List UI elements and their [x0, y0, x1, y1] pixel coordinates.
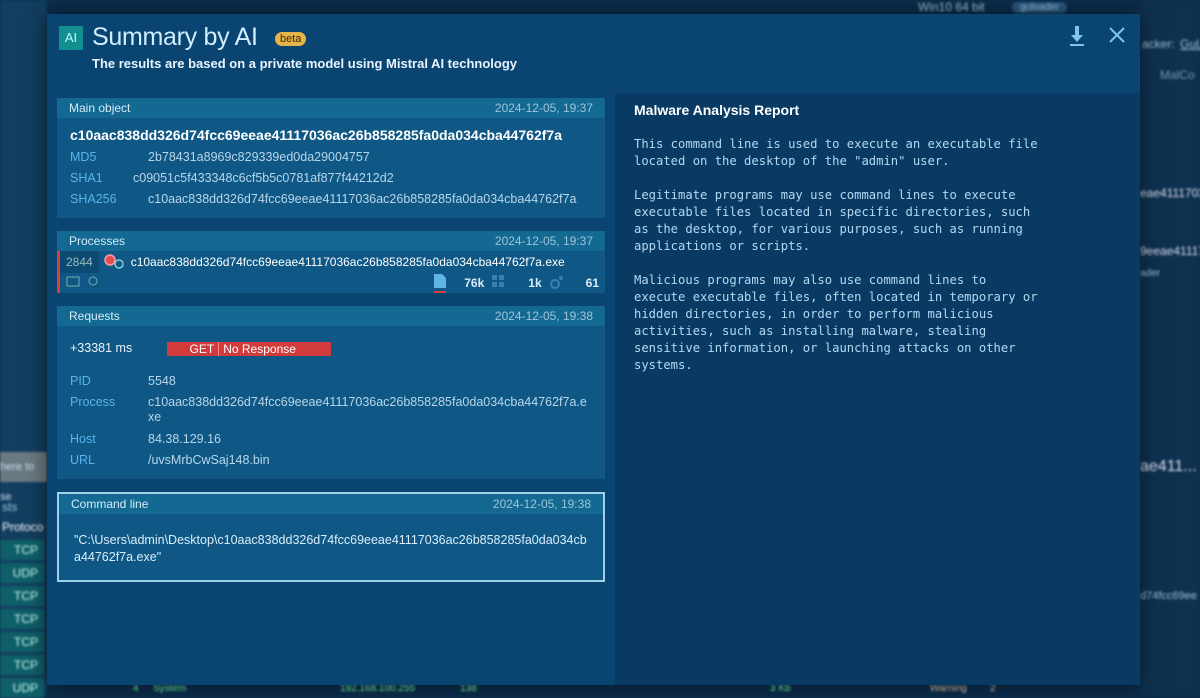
process-value: c10aac838dd326d74fcc69eeae41117036ac26b8…	[148, 395, 587, 424]
ai-summary-modal: AI Summary by AI beta The results are ba…	[47, 14, 1140, 685]
bg-tag: guloader	[1012, 2, 1067, 13]
process-pid: 2844	[60, 251, 99, 273]
host-label: Host	[70, 432, 96, 446]
timestamp: 2024-12-05, 19:38	[492, 497, 591, 511]
sha256-value: c10aac838dd326d74fcc69eeae41117036ac26b8…	[148, 192, 577, 206]
process-stats-row: 76k 1k 61	[57, 273, 605, 293]
timestamp: 2024-12-05, 19:38	[494, 309, 593, 323]
download-icon[interactable]	[1069, 26, 1085, 52]
close-icon[interactable]	[1109, 26, 1125, 49]
sha1-label: SHA1	[70, 171, 103, 185]
report-paragraph: This command line is used to execute an …	[634, 137, 1038, 168]
bg-malco: MalCo	[1160, 68, 1195, 82]
bg-hash: 9eeae41117	[1140, 244, 1200, 258]
process-type-icons	[66, 275, 102, 292]
request-time: +33381 ms	[70, 341, 133, 355]
timestamp: 2024-12-05, 19:37	[494, 101, 593, 115]
url-value: /uvsMrbCwSaj148.bin	[148, 453, 270, 467]
registry-count: 1k	[528, 276, 542, 290]
background-right-panel: acker: GuL MalCo eae4111703 9eeae41117 a…	[1140, 0, 1200, 695]
pid-label: PID	[70, 374, 91, 388]
details-column: Main object 2024-12-05, 19:37 c10aac838dd…	[47, 94, 615, 685]
report-paragraph: Legitimate programs may use command line…	[634, 188, 1031, 253]
card-label: Main object	[69, 101, 131, 115]
report-title: Malware Analysis Report	[634, 102, 800, 118]
bg-protocol: TCP	[0, 609, 44, 629]
modal-title: Summary by AI	[92, 23, 258, 51]
processes-card: Processes 2024-12-05, 19:37 2844 c10aac83…	[57, 231, 605, 293]
bg-search: here to se	[0, 452, 47, 503]
modules-count: 61	[585, 276, 599, 290]
bg-protocol: UDP	[0, 678, 44, 698]
files-count: 76k	[464, 276, 485, 290]
bg-protocol: TCP	[0, 655, 44, 675]
bg-protocol: UDP	[0, 563, 44, 583]
modules-icon	[549, 275, 564, 292]
process-label: Process	[70, 395, 116, 409]
url-label: URL	[70, 453, 96, 467]
report-column: Malware Analysis Report This command lin…	[615, 94, 1140, 685]
card-label: Command line	[71, 497, 149, 511]
sha256-label: SHA256	[70, 192, 117, 206]
beta-badge: beta	[275, 32, 307, 46]
main-object-card: Main object 2024-12-05, 19:37 c10aac838dd…	[57, 98, 605, 218]
card-label: Requests	[69, 309, 120, 323]
pid-value: 5548	[148, 374, 176, 388]
host-value: 84.38.129.16	[148, 432, 221, 446]
registry-icon	[492, 274, 506, 292]
bg-protocol-header: Protoco	[2, 520, 44, 534]
bg-protocol: TCP	[0, 586, 44, 606]
bg-tracker: acker:	[1142, 37, 1175, 51]
command-line-text: "C:\Users\admin\Desktop\c10aac838dd326d7…	[74, 533, 587, 564]
bg-protocol: TCP	[0, 632, 44, 652]
object-name: c10aac838dd326d74fcc69eeae41117036ac26b8…	[70, 127, 562, 143]
md5-label: MD5	[70, 150, 97, 164]
modal-header: AI Summary by AI beta The results are ba…	[47, 14, 1140, 94]
card-label: Processes	[69, 234, 126, 248]
request-status-badge: GET No Response	[167, 341, 332, 356]
md5-value: 2b78431a8969c829339ed0da29004757	[148, 150, 370, 164]
requests-card: Requests 2024-12-05, 19:38 +33381 ms GET N…	[57, 306, 605, 479]
bg-tag: ader	[1140, 268, 1161, 279]
process-name: c10aac838dd326d74fcc69eeae41117036ac26b8…	[130, 255, 565, 269]
timestamp: 2024-12-05, 19:37	[494, 234, 593, 248]
command-line-card[interactable]: Command line 2024-12-05, 19:38 "C:\Users\…	[57, 492, 605, 582]
ai-icon: AI	[59, 26, 83, 50]
bg-protocol: TCP	[0, 540, 44, 560]
bg-os: Win10 64 bit	[918, 0, 985, 14]
modal-subtitle: The results are based on a private model…	[92, 56, 518, 71]
report-paragraph: Malicious programs may also use command …	[634, 273, 1038, 372]
bg-hash: ae411...	[1140, 458, 1197, 475]
bg-tracker-link: GuL	[1180, 37, 1200, 51]
bg-hash: eae4111703	[1140, 186, 1200, 200]
sha1-value: c09051c5f433348c6cf5b5c0781af877f44212d2	[133, 171, 394, 185]
process-flags-icon	[103, 252, 125, 273]
file-icon	[434, 273, 447, 293]
process-row[interactable]: 2844 c10aac838dd326d74fcc69eeae41117036a…	[57, 251, 605, 273]
bg-tab: sts	[2, 500, 18, 514]
request-status: No Response	[223, 341, 296, 356]
bg-hash: d74fcc69ee	[1140, 590, 1197, 602]
request-method: GET	[167, 341, 220, 356]
background-left-panel: here to se sts Protoco TCP UDP TCP TCP T…	[0, 0, 47, 698]
